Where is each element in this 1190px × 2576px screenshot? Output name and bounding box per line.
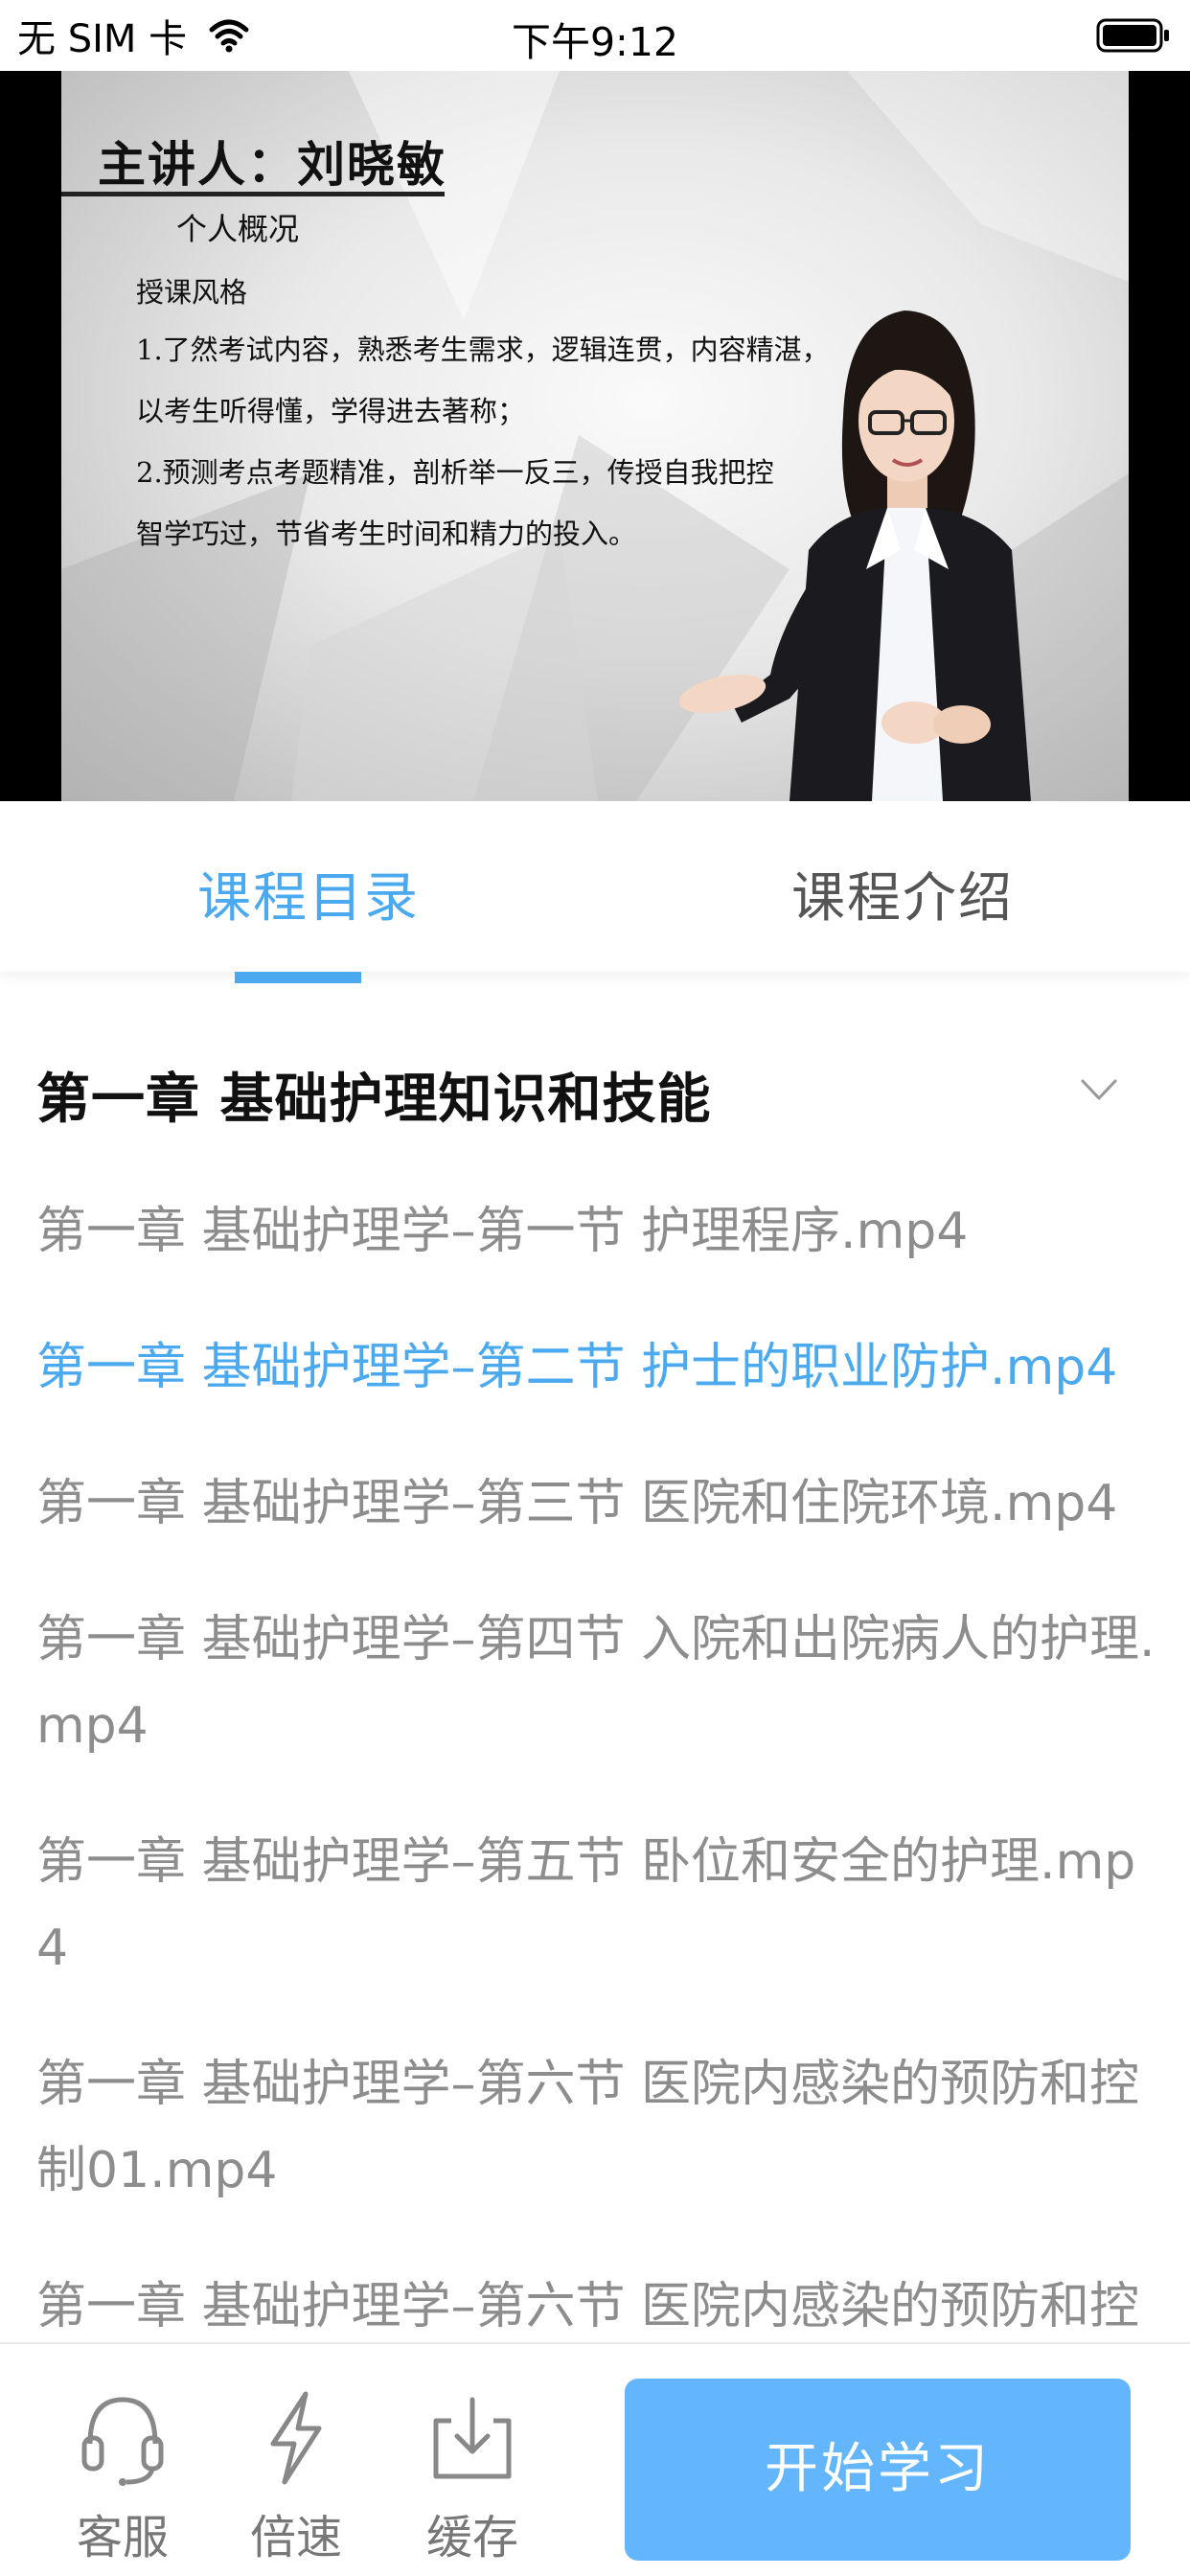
tab-intro[interactable]: 课程介绍	[791, 855, 1014, 932]
lesson-item[interactable]: 第一章 基础护理学–第六节 医院内感染的预防和控制01.mp4	[36, 2041, 1167, 2214]
chevron-down-icon[interactable]	[1079, 1075, 1119, 1104]
cache-button[interactable]: 缓存	[410, 2388, 535, 2566]
video-frame: 主讲人：刘晓敏 个人概况 授课风格 1.了然考试内容，熟悉考生需求，逻辑连贯，内…	[61, 71, 1129, 801]
lesson-item[interactable]: 第一章 基础护理学–第一节 护理程序.mp4	[36, 1188, 1167, 1275]
customer-service-button[interactable]: 客服	[60, 2388, 185, 2566]
bottom-bar: 客服 倍速 缓存 开始学习	[0, 2342, 1190, 2576]
lesson-item[interactable]: 第一章 基础护理学–第三节 医院和住院环境.mp4	[36, 1460, 1167, 1547]
lecturer-figure	[678, 310, 1031, 801]
download-icon	[433, 2397, 512, 2479]
customer-service-label: 客服	[76, 2511, 169, 2564]
chapter-header[interactable]: 第一章 基础护理知识和技能	[0, 1016, 1190, 1169]
tab-catalog[interactable]: 课程目录	[197, 855, 420, 932]
chapter-title: 第一章 基础护理知识和技能	[36, 1069, 712, 1131]
lightning-icon	[270, 2391, 322, 2485]
course-tabs: 课程目录 课程介绍	[0, 801, 1190, 983]
playback-speed-button[interactable]: 倍速	[234, 2388, 358, 2566]
cache-label: 缓存	[425, 2511, 518, 2564]
battery-icon	[1096, 18, 1169, 53]
lesson-item[interactable]: 第一章 基础护理学–第五节 卧位和安全的护理.mp4	[36, 1819, 1167, 1991]
lesson-item-active[interactable]: 第一章 基础护理学–第二节 护士的职业防护.mp4	[36, 1324, 1167, 1411]
status-bar: 无 SIM 卡 下午9:12	[0, 0, 1190, 71]
headset-icon	[81, 2397, 164, 2486]
title-underline	[61, 192, 445, 196]
style-line: 以考生听得懂，学得进去著称；	[136, 395, 526, 427]
status-time: 下午9:12	[511, 19, 679, 65]
playback-speed-label: 倍速	[249, 2511, 342, 2564]
active-tab-indicator	[235, 972, 361, 983]
start-learning-button[interactable]: 开始学习	[625, 2379, 1131, 2561]
style-line: 智学巧过，节省考生时间和精力的投入。	[136, 518, 637, 550]
profile-heading: 个人概况	[176, 211, 300, 247]
lecturer-name: 主讲人：刘晓敏	[98, 136, 446, 193]
video-player[interactable]: 主讲人：刘晓敏 个人概况 授课风格 1.了然考试内容，熟悉考生需求，逻辑连贯，内…	[0, 71, 1190, 801]
lesson-item[interactable]: 第一章 基础护理学–第四节 入院和出院病人的护理.mp4	[36, 1597, 1167, 1769]
style-heading: 授课风格	[136, 276, 248, 309]
lesson-list: 第一章 基础护理学–第一节 护理程序.mp4 第一章 基础护理学–第二节 护士的…	[36, 1188, 1167, 2486]
